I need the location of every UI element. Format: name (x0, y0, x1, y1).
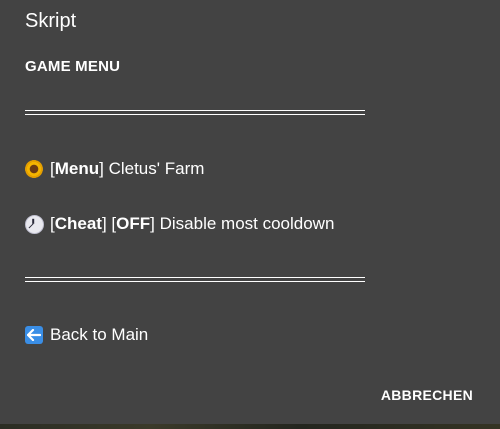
menu-item-cletus-farm[interactable]: [Menu] Cletus' Farm (25, 159, 204, 179)
sunflower-icon (25, 160, 43, 178)
item-label: Back to Main (50, 325, 149, 344)
menu-header: GAME MENU (25, 58, 121, 75)
divider-bottom (25, 277, 365, 282)
script-dialog: Skript GAME MENU [Menu] Cletus' Farm [Ch… (0, 0, 500, 424)
item-label: Cletus' Farm (108, 159, 205, 178)
cancel-button[interactable]: ABBRECHEN (381, 387, 473, 403)
back-arrow-icon (25, 326, 43, 344)
menu-item-disable-cooldown[interactable]: [Cheat] [OFF] Disable most cooldown (25, 214, 334, 234)
clock-icon (25, 215, 44, 234)
item-tag-close: ] (101, 214, 112, 233)
item-state: OFF (116, 214, 151, 233)
menu-item-back-to-main[interactable]: Back to Main (25, 325, 148, 345)
item-tag: Menu (54, 159, 100, 178)
state-tag-close: ] (150, 214, 160, 233)
background-game-strip (0, 424, 500, 429)
item-tag: Cheat (54, 214, 102, 233)
item-label: Disable most cooldown (159, 214, 335, 233)
dialog-title: Skript (25, 10, 77, 32)
item-tag-close: ] (99, 159, 109, 178)
divider-top (25, 110, 365, 115)
